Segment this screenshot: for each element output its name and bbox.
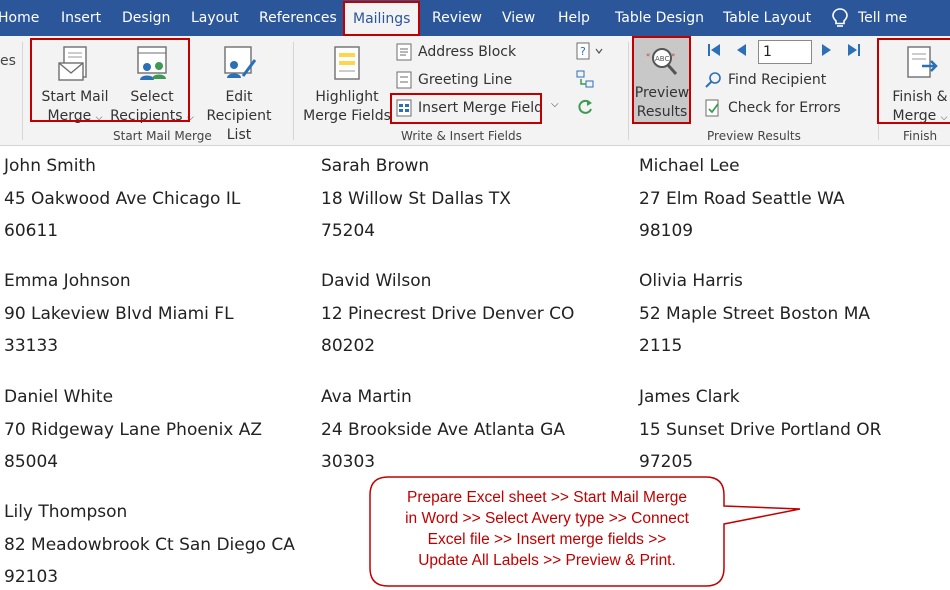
callout-text: Prepare Excel sheet >> Start Mail Merge … xyxy=(372,487,722,571)
callout-line: Excel file >> Insert merge fields >> xyxy=(427,531,667,548)
callout-line: in Word >> Select Avery type >> Connect xyxy=(405,510,689,527)
callout-line: Update All Labels >> Preview & Print. xyxy=(418,552,676,569)
callout-line: Prepare Excel sheet >> Start Mail Merge xyxy=(407,489,687,506)
